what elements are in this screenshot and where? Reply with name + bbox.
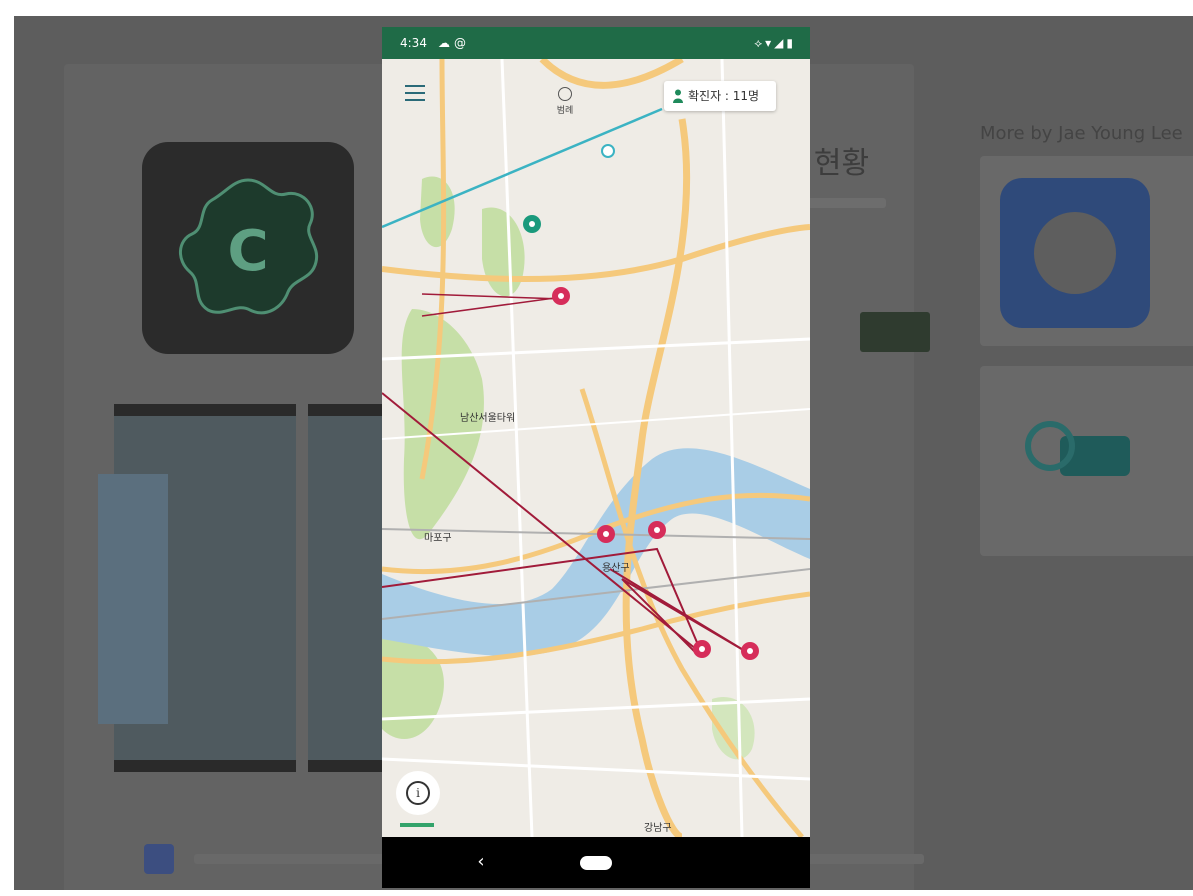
- patient-marker-icon[interactable]: [646, 519, 668, 541]
- map-label-yongsan: 용산구: [602, 563, 630, 574]
- app-icon: C: [142, 142, 354, 354]
- status-bar: 4:34 ☁ @ ⟡▾◢▮: [382, 27, 810, 59]
- vibrate-icon: ⟡: [754, 36, 766, 50]
- cloud-icon: ☁: [438, 36, 450, 50]
- patient-count-badge[interactable]: 확진자 : 11명: [664, 81, 776, 111]
- wifi-icon: ▾: [765, 36, 775, 50]
- menu-icon: [405, 85, 425, 87]
- map-label-mapo: 마포구: [424, 533, 452, 544]
- battery-icon: ▮: [786, 36, 796, 50]
- phone-screen: 4:34 ☁ @ ⟡▾◢▮ 마포구 남산서울타워 용산구 강남구 범례 확진자 …: [382, 27, 810, 888]
- legend-button[interactable]: 범례: [550, 87, 580, 123]
- map-label-gangnam: 강남구: [644, 823, 672, 834]
- related-app-card-1[interactable]: [980, 156, 1193, 346]
- map-label-namsan: 남산서울타워: [460, 413, 516, 424]
- map-view[interactable]: 마포구 남산서울타워 용산구 강남구 범례 확진자 : 11명 i: [382, 59, 810, 837]
- back-icon[interactable]: ‹: [466, 847, 496, 877]
- navigation-bar: ‹: [382, 837, 810, 888]
- legend-icon: [558, 87, 572, 101]
- menu-button[interactable]: [396, 75, 432, 111]
- install-button[interactable]: [860, 312, 930, 352]
- status-right-icons: ⟡▾◢▮: [754, 27, 796, 59]
- home-pill-icon[interactable]: [580, 856, 612, 870]
- related-app-icon-2: [1025, 421, 1130, 476]
- legend-label: 범례: [556, 106, 574, 116]
- green-marker-icon[interactable]: [521, 213, 543, 235]
- patient-count-text: 확진자 : 11명: [688, 89, 760, 103]
- station-icon[interactable]: [600, 143, 616, 159]
- related-app-card-2[interactable]: [980, 366, 1193, 556]
- scale-bar: [400, 823, 434, 827]
- svg-text:C: C: [227, 219, 268, 284]
- patient-marker-icon[interactable]: [550, 285, 572, 307]
- map-canvas: [382, 59, 810, 837]
- patient-marker-icon[interactable]: [739, 640, 761, 662]
- info-button[interactable]: i: [396, 771, 440, 815]
- virus-c-logo-icon: C: [179, 178, 319, 315]
- patient-marker-icon[interactable]: [595, 523, 617, 545]
- at-sign-icon: @: [454, 36, 466, 50]
- info-icon: i: [406, 781, 430, 805]
- status-time: 4:34: [400, 36, 427, 50]
- person-icon: [673, 89, 683, 103]
- screenshot-thumb-2[interactable]: [308, 404, 388, 772]
- screenshot-thumb-1[interactable]: [98, 404, 296, 772]
- patient-marker-icon[interactable]: [691, 638, 713, 660]
- more-by-developer-title: More by Jae Young Lee: [980, 123, 1183, 144]
- family-icon: [144, 844, 174, 874]
- related-app-icon-1: [1000, 178, 1150, 328]
- signal-icon: ◢: [774, 36, 787, 50]
